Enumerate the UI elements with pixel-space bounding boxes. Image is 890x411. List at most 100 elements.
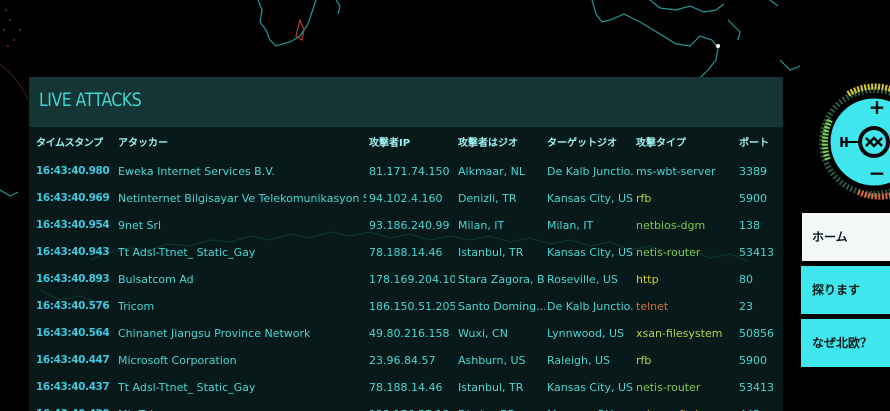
cell-port: 5900 — [739, 192, 767, 205]
cell-attacker-ip: 81.171.74.150 — [369, 165, 450, 178]
header-port: ポート — [739, 138, 769, 149]
cell-attacker: Microsoft Corporation — [118, 354, 237, 367]
cell-attacker: Tricom — [118, 300, 155, 313]
table-row: 16:43:40.420 Mir Telecom 123.176.57.13 D… — [29, 401, 783, 411]
cell-port: 138 — [739, 219, 760, 232]
cell-target-geo: De Kalb Junctio... — [547, 165, 634, 178]
cell-attacker-geo: Istanbul, TR — [458, 381, 524, 394]
cell-target-geo: Raleigh, US — [547, 354, 611, 367]
cell-port: 50856 — [739, 327, 774, 340]
header-attack-type: 攻撃タイプ — [636, 138, 686, 149]
cell-attack-type: netbios-dgm — [636, 219, 706, 232]
table-row: 16:43:40.447 Microsoft Corporation 23.96… — [29, 347, 783, 374]
cell-attacker-ip: 94.102.4.160 — [369, 192, 443, 205]
cell-timestamp: 16:43:40.420 — [36, 401, 116, 411]
cell-timestamp: 16:43:40.437 — [36, 381, 110, 393]
cell-attacker-geo: Stara Zagora, BG — [458, 273, 545, 286]
refresh-icon[interactable] — [862, 130, 886, 154]
cell-attack-type: telnet — [636, 300, 669, 313]
cell-target-geo: Moscow, RU — [547, 401, 634, 411]
table-row: 16:43:40.576 Tricom 186.150.51.205 Santo… — [29, 293, 783, 320]
button-edge — [793, 266, 801, 314]
cell-attacker-ip: 123.176.57.13 — [369, 401, 455, 411]
cell-timestamp: 16:43:40.564 — [36, 327, 110, 339]
cell-attacker-geo: Ashburn, US — [458, 354, 526, 367]
pause-button[interactable]: II — [839, 136, 849, 151]
table-row: 16:43:40.564 Chinanet Jiangsu Province N… — [29, 320, 783, 347]
cell-target-geo: De Kalb Junctio... — [547, 300, 634, 313]
cell-attacker-ip: 23.96.84.57 — [369, 354, 436, 367]
cell-attacker-ip: 186.150.51.205 — [369, 300, 455, 313]
cell-target-geo: Roseville, US — [547, 273, 618, 286]
cell-attacker: Eweka Internet Services B.V. — [118, 165, 275, 178]
cell-attacker: Bulsatcom Ad — [118, 273, 194, 286]
cell-attacker-ip: 93.186.240.99 — [369, 219, 450, 232]
cell-attack-type: xsan-filesystem — [636, 327, 723, 340]
cell-attacker: Chinanet Jiangsu Province Network — [118, 327, 311, 340]
cell-attacker-geo: Dhaka, BD — [458, 401, 545, 411]
cell-target-geo: Kansas City, US — [547, 381, 634, 394]
cell-attacker-ip: 178.169.204.108 — [369, 273, 455, 286]
button-edge — [793, 213, 802, 261]
cell-timestamp: 16:43:40.980 — [36, 165, 110, 177]
cell-attacker-ip: 78.188.14.46 — [369, 246, 443, 259]
panel-title: LIVE ATTACKS — [39, 89, 142, 111]
cell-timestamp: 16:43:40.969 — [36, 192, 110, 204]
cell-attacker-geo: Wuxi, CN — [458, 327, 508, 340]
live-attacks-panel: LIVE ATTACKS タイムスタンプ アタッカー 攻撃者IP 攻撃者はジオ … — [29, 77, 783, 411]
panel-header: LIVE ATTACKS — [29, 77, 783, 127]
table-row: 16:43:40.437 Tt Adsl-Ttnet_ Static_Gay 7… — [29, 374, 783, 401]
zoom-in-button[interactable]: + — [869, 95, 886, 119]
cell-attacker-geo: Milan, IT — [458, 219, 505, 232]
table-row: 16:43:40.893 Bulsatcom Ad 178.169.204.10… — [29, 266, 783, 293]
cell-attack-type: ms-wbt-server — [636, 165, 716, 178]
cell-attack-type: http — [636, 273, 659, 286]
cell-attack-type: rfb — [636, 192, 652, 205]
cell-timestamp: 16:43:40.943 — [36, 246, 110, 258]
home-button-label: ホーム — [812, 230, 848, 244]
cell-timestamp: 16:43:40.576 — [36, 300, 110, 312]
cell-attacker-geo: Alkmaar, NL — [458, 165, 526, 178]
cell-target-geo: Kansas City, US — [547, 192, 634, 205]
cell-timestamp: 16:43:40.447 — [36, 354, 110, 366]
table-header-row: タイムスタンプ アタッカー 攻撃者IP 攻撃者はジオ ターゲットジオ 攻撃タイプ… — [29, 131, 783, 158]
cell-port: 5900 — [739, 354, 767, 367]
header-target-geo: ターゲットジオ — [547, 138, 617, 149]
header-attacker: アタッカー — [118, 138, 168, 149]
cell-attacker: Tt Adsl-Ttnet_ Static_Gay — [118, 381, 256, 394]
table-row: 16:43:40.980 Eweka Internet Services B.V… — [29, 158, 783, 185]
cell-port: 23 — [739, 300, 753, 313]
cell-attacker-ip: 78.188.14.46 — [369, 381, 443, 394]
table-row: 16:43:40.969 Netinternet Bilgisayar Ve T… — [29, 185, 783, 212]
explore-button-label: 探ります — [812, 283, 861, 297]
cell-target-geo: Lynnwood, US — [547, 327, 625, 340]
why-norse-button-label: なぜ北欧？ — [812, 336, 873, 350]
cell-target-geo: Milan, IT — [547, 219, 594, 232]
cell-port: 80 — [739, 273, 753, 286]
header-attacker-ip: 攻撃者IP — [369, 138, 411, 149]
cell-attack-type: rfb — [636, 354, 652, 367]
zoom-out-button[interactable]: − — [869, 161, 886, 185]
why-norse-button[interactable]: なぜ北欧？ — [793, 319, 890, 367]
cell-attacker-ip: 49.80.216.158 — [369, 327, 450, 340]
cell-port: 3389 — [739, 165, 767, 178]
map-control-dial: + − II — [819, 83, 890, 200]
cell-attacker: Tt Adsl-Ttnet_ Static_Gay — [118, 246, 256, 259]
cell-attack-type: netis-router — [636, 381, 701, 394]
cell-attack-type: microsoft-ds — [636, 401, 736, 411]
cell-target-geo: Kansas City, US — [547, 246, 634, 259]
cell-port: 53413 — [739, 246, 774, 259]
cell-attack-type: netis-router — [636, 246, 701, 259]
cell-attacker: Netinternet Bilgisayar Ve Telekomunikasy… — [118, 192, 366, 205]
home-button[interactable]: ホーム — [793, 213, 890, 261]
header-timestamp: タイムスタンプ — [36, 138, 103, 149]
cell-attacker-geo: Santo Doming... — [458, 300, 545, 313]
cell-timestamp: 16:43:40.893 — [36, 273, 110, 285]
button-edge — [793, 319, 801, 367]
cell-port: 53413 — [739, 381, 774, 394]
cell-attacker-geo: Istanbul, TR — [458, 246, 524, 259]
table-row: 16:43:40.954 9net Srl 93.186.240.99 Mila… — [29, 212, 783, 239]
nav-buttons: ホーム 探ります なぜ北欧？ — [793, 213, 890, 372]
attacks-table: タイムスタンプ アタッカー 攻撃者IP 攻撃者はジオ ターゲットジオ 攻撃タイプ… — [29, 131, 783, 411]
explore-button[interactable]: 探ります — [793, 266, 890, 314]
